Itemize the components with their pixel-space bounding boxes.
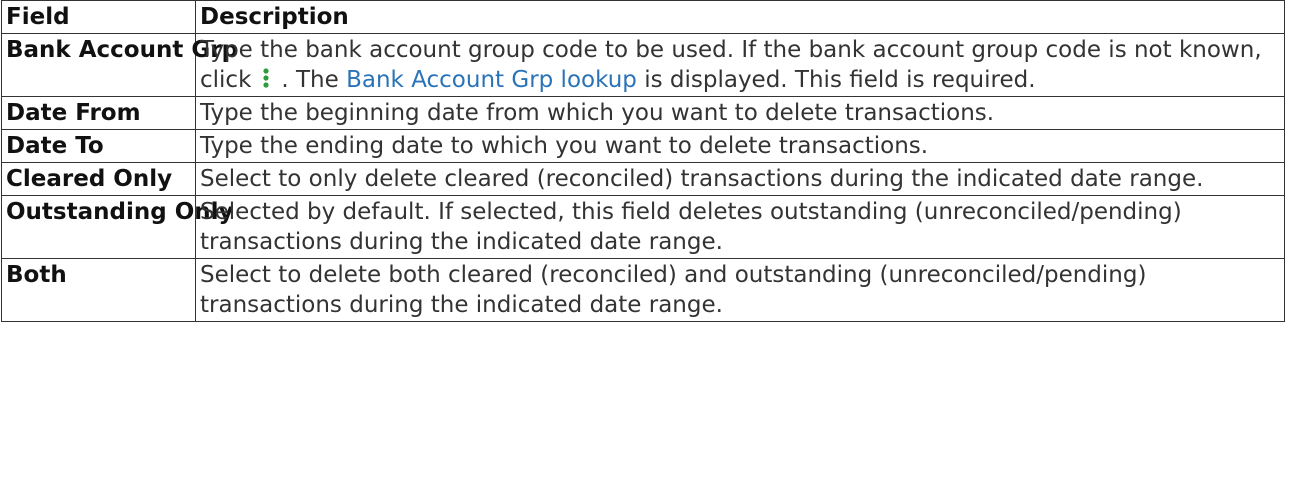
field-name: Cleared Only xyxy=(1,162,196,196)
field-description: Type the beginning date from which you w… xyxy=(195,96,1285,130)
field-name: Date From xyxy=(1,96,196,130)
table-row: Date To Type the ending date to which yo… xyxy=(1,129,1285,163)
table-row: Both Select to delete both cleared (reco… xyxy=(1,258,1285,322)
field-name: Bank Account Grp xyxy=(1,33,238,97)
field-name: Outstanding Only xyxy=(1,195,234,259)
description-column-header: Description xyxy=(195,0,1285,34)
table-header-row: Field Description xyxy=(1,0,1285,34)
field-name: Date To xyxy=(1,129,196,163)
description-text: . The xyxy=(281,67,339,93)
field-name: Both xyxy=(1,258,196,322)
field-description: Type the ending date to which you want t… xyxy=(195,129,1285,163)
kebab-icon[interactable] xyxy=(259,67,273,89)
field-description: Select to delete both cleared (reconcile… xyxy=(195,258,1285,322)
field-description: Selected by default. If selected, this f… xyxy=(195,195,1285,259)
table-row: Bank Account Grp Type the bank account g… xyxy=(1,33,1285,97)
field-description-table: Field Description Bank Account Grp Type … xyxy=(1,0,1285,322)
field-description: Type the bank account group code to be u… xyxy=(195,33,1285,97)
bank-account-grp-lookup-link[interactable]: Bank Account Grp lookup xyxy=(346,67,637,93)
table-row: Date From Type the beginning date from w… xyxy=(1,96,1285,130)
field-description: Select to only delete cleared (reconcile… xyxy=(195,162,1285,196)
table-row: Outstanding Only Selected by default. If… xyxy=(1,195,1285,259)
description-text: is displayed. This field is required. xyxy=(644,67,1036,93)
table-row: Cleared Only Select to only delete clear… xyxy=(1,162,1285,196)
field-column-header: Field xyxy=(1,0,196,34)
